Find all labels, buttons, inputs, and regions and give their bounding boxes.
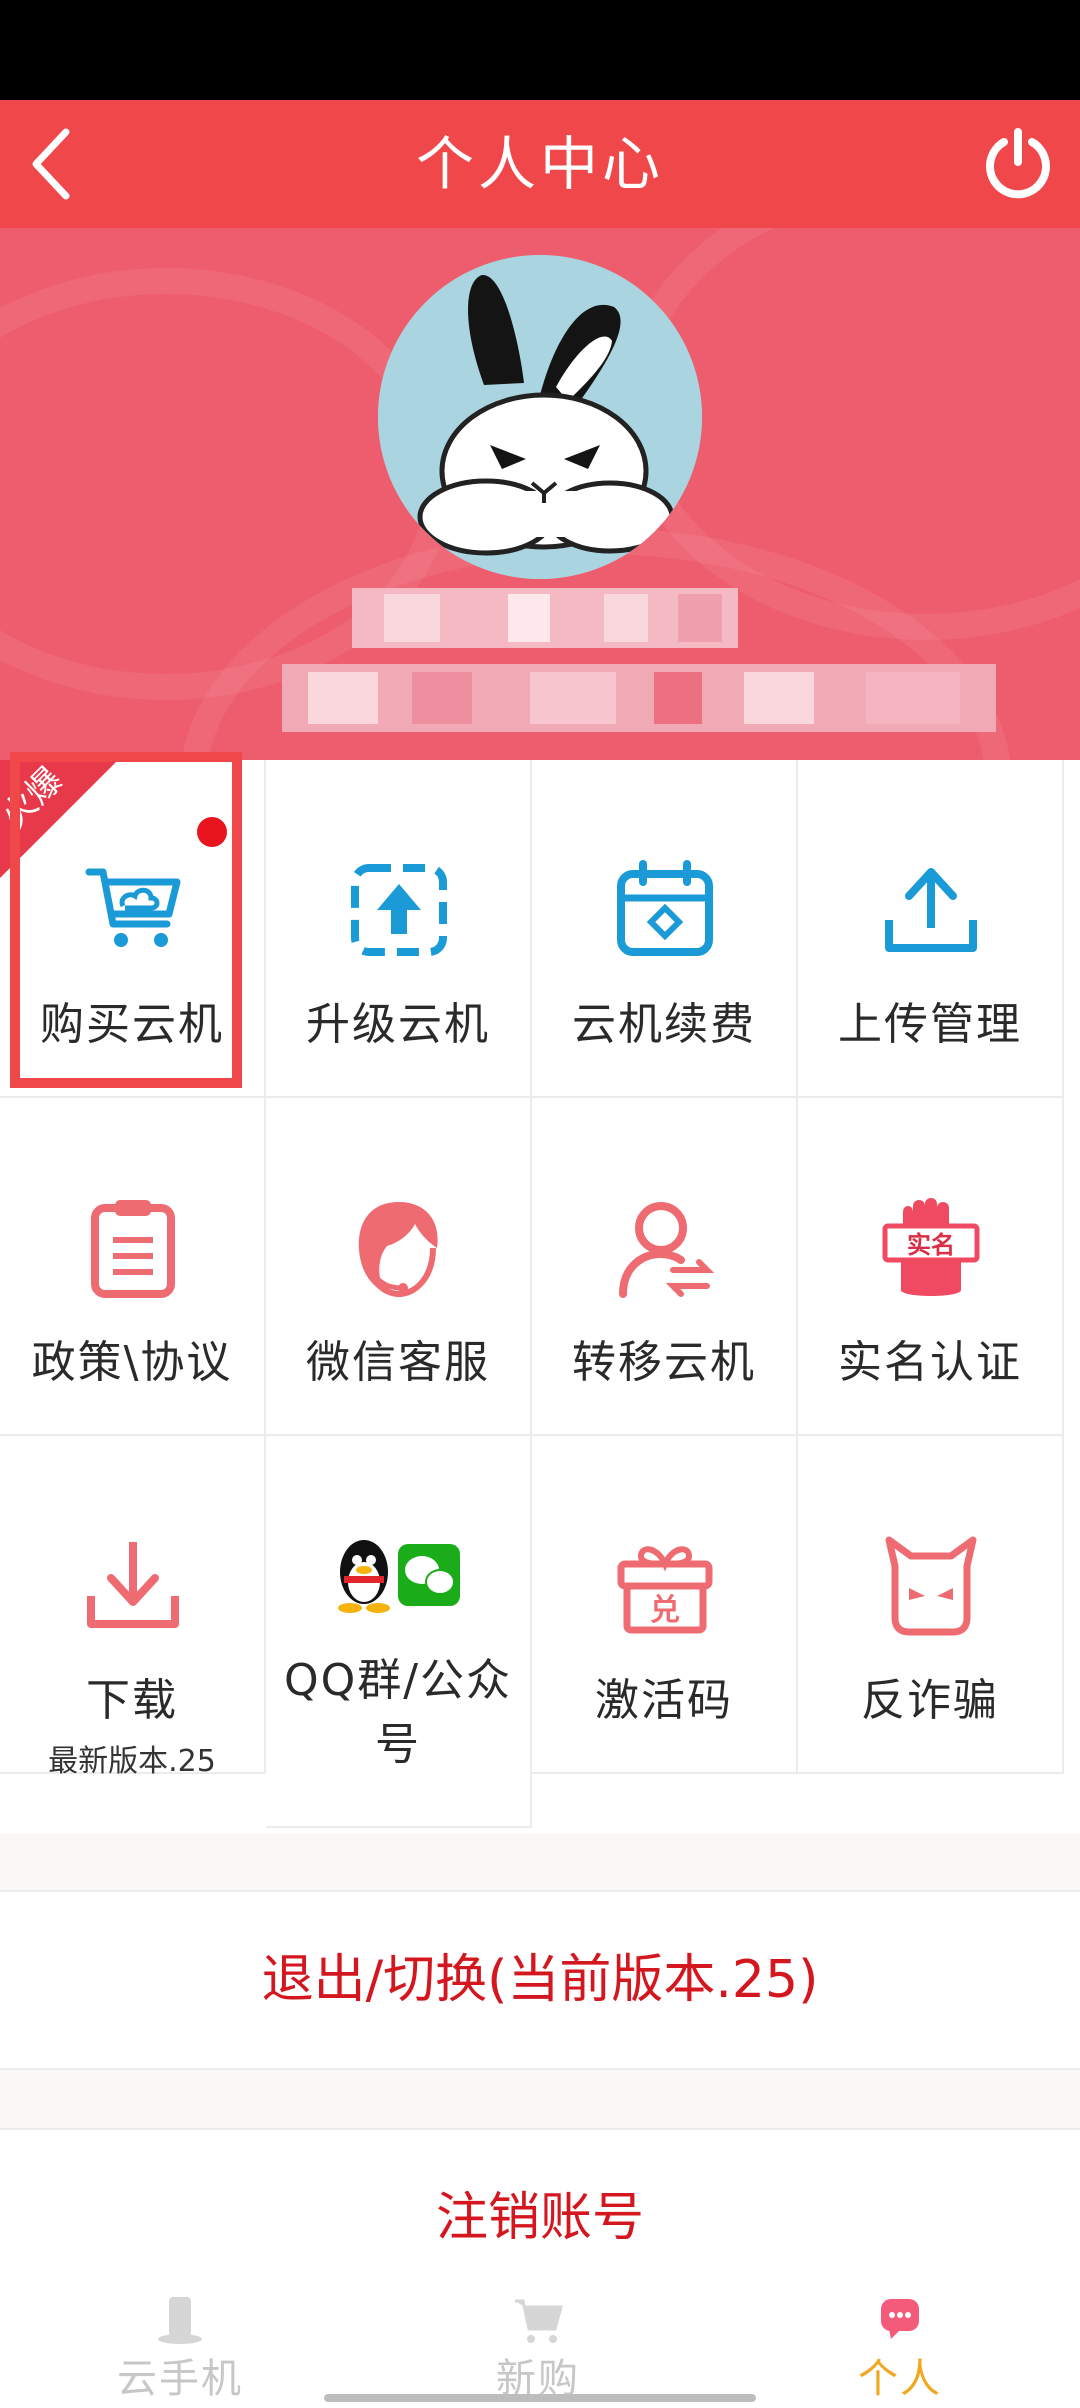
grid-item-sublabel: 最新版本.25 [48, 1744, 216, 1779]
grid-item-download[interactable]: 下载 最新版本.25 [0, 1436, 266, 1779]
tab-label: 个人 [858, 2356, 942, 2402]
exchange-badge: 兑 [650, 1593, 680, 1628]
grid-item-transfer[interactable]: 转移云机 [532, 1098, 798, 1436]
transfer-user-icon [619, 1202, 715, 1298]
qq-wechat-icon [338, 1540, 460, 1613]
bottom-tab-bar: 云手机 新购 个人 [0, 2290, 1080, 2408]
grid-item-label: 实名认证 [838, 1337, 1022, 1388]
grid-item-label: 微信客服 [306, 1337, 490, 1388]
grid-item-label: 反诈骗 [861, 1675, 999, 1726]
grid-item-label: 云机续费 [572, 999, 756, 1050]
phone-icon [158, 2297, 202, 2344]
gift-icon: 兑 [617, 1546, 713, 1634]
customer-service-icon [358, 1202, 438, 1298]
grid-item-label: 上传管理 [838, 999, 1022, 1050]
grid-item-policy[interactable]: 政策\协议 [0, 1098, 266, 1436]
clipboard-icon [91, 1200, 175, 1298]
grid-item-wechat-service[interactable]: 微信客服 [266, 1098, 532, 1436]
tab-new-purchase[interactable]: 新购 [388, 2290, 688, 2408]
tab-cloud-phone[interactable]: 云手机 [30, 2290, 330, 2408]
grid-item-label: 升级云机 [306, 999, 490, 1050]
realname-badge: 实名 [907, 1231, 955, 1259]
avatar[interactable] [378, 255, 702, 579]
grid-item-label: 下载 [86, 1675, 178, 1726]
grid-item-activation[interactable]: 兑 激活码 [532, 1436, 798, 1774]
grid-item-upload[interactable]: 上传管理 [798, 760, 1064, 1098]
home-indicator [324, 2394, 756, 2402]
grid-item-qq-group[interactable]: QQ群/公众 号 [266, 1436, 532, 1828]
status-bar [0, 0, 1080, 100]
realname-hand-icon: 实名 [882, 1198, 980, 1296]
profile-header [0, 228, 1080, 760]
page-title: 个人中心 [415, 130, 664, 198]
notification-dot [197, 817, 227, 847]
rabbit-avatar-icon [378, 255, 702, 579]
grid-item-label: 转移云机 [572, 1337, 756, 1388]
grid-item-anti-fraud[interactable]: 反诈骗 [798, 1436, 1064, 1774]
spacer [0, 2070, 1080, 2128]
grid-item-upgrade[interactable]: 升级云机 [266, 760, 532, 1098]
upload-icon [885, 868, 977, 952]
grid-item-label: QQ群/公众 号 [283, 1655, 513, 1770]
renew-calendar-icon [617, 860, 713, 956]
tab-label: 云手机 [117, 2356, 243, 2402]
grid-item-realname[interactable]: 实名 实名认证 [798, 1098, 1064, 1436]
power-button[interactable] [980, 126, 1056, 202]
grid-item-label: 激活码 [595, 1675, 733, 1726]
tab-personal[interactable]: 个人 [750, 2290, 1050, 2408]
power-icon [986, 128, 1050, 199]
title-bar: 个人中心 [0, 100, 1080, 228]
cart-icon [515, 2299, 563, 2343]
delete-account-button[interactable]: 注销账号 [0, 2130, 1080, 2290]
logout-switch-button[interactable]: 退出/切换(当前版本.25) [0, 1892, 1080, 2068]
download-icon [87, 1542, 179, 1628]
highlight-frame [10, 752, 242, 1088]
upgrade-icon [351, 864, 447, 956]
spacer [0, 1834, 1080, 1890]
grid-item-label: 政策\协议 [31, 1337, 233, 1388]
devil-icon [885, 1536, 977, 1636]
chat-person-icon [881, 2299, 919, 2339]
grid-item-renew[interactable]: 云机续费 [532, 760, 798, 1098]
